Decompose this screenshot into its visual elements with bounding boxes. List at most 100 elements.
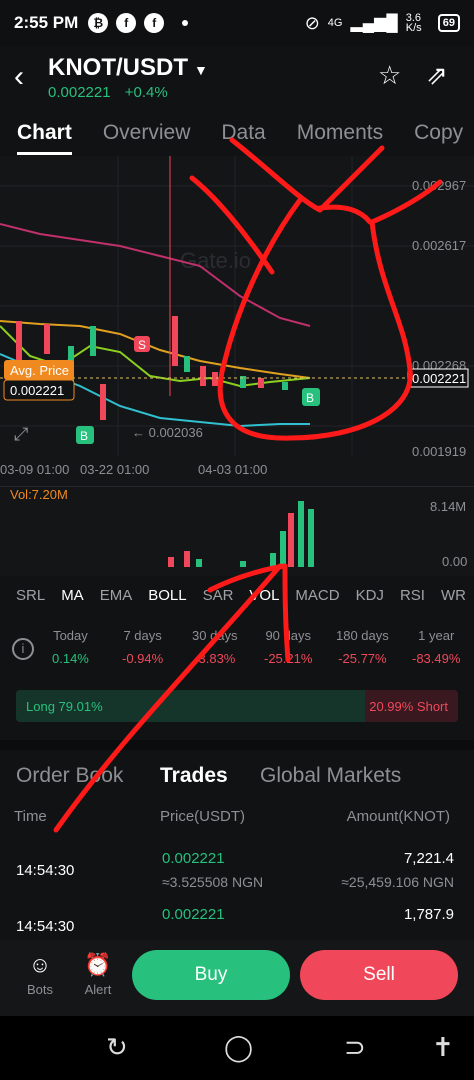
back-icon[interactable]: ‹ (14, 60, 24, 94)
x-tick: 03-22 01:00 (80, 462, 149, 477)
y-tick: 0.002617 (412, 238, 466, 253)
volume-bars (168, 501, 314, 567)
x-tick: 04-03 01:00 (198, 462, 267, 477)
trade-price: 0.002221 (162, 906, 225, 923)
indicator-bar: SRL MA EMA BOLL SAR VOL MACD KDJ RSI WR (0, 578, 474, 612)
facebook-icon: f (116, 13, 137, 33)
tab-global-markets[interactable]: Global Markets (260, 764, 401, 788)
avg-price-label: Avg. Price (10, 363, 69, 378)
bitcoin-icon: ₿ (88, 13, 109, 33)
low-marker: ← 0.002036 (132, 425, 203, 440)
vol-min: 0.00 (442, 554, 467, 569)
col-time: Time (14, 808, 47, 825)
notification-dot-icon (182, 20, 189, 26)
star-icon[interactable]: ☆ (378, 60, 401, 91)
buy-marker: B (80, 429, 88, 443)
trade-time: 14:54:30 (16, 918, 75, 935)
trade-amount-ngn: ≈25,459.106 NGN (341, 874, 454, 890)
indicator-rsi[interactable]: RSI (400, 587, 425, 604)
trade-amount: 1,787.9 (403, 906, 454, 923)
price-change: +0.4% (124, 84, 168, 101)
status-bar: 2:55 PM ₿ f f ⊘ 4G ▂▄▆█ 3.6 K/s 69 (0, 0, 474, 46)
buy-marker: B (306, 391, 314, 405)
volume-chart[interactable]: Vol:7.20M 8.14M 0.00 (0, 486, 474, 576)
vol-label: Vol:7.20M (10, 487, 68, 502)
alert-label: Alert (84, 982, 112, 997)
home-icon[interactable]: ◯ (224, 1032, 253, 1063)
fullscreen-icon[interactable]: ⤢ (14, 424, 29, 444)
avg-price-value: 0.002221 (10, 383, 64, 398)
pair-header: ‹ KNOT/USDT ▼ 0.002221 +0.4% ☆ ⇗ (0, 46, 474, 110)
order-tabs: Order Book Trades Global Markets (0, 760, 474, 800)
vol-max: 8.14M (430, 499, 466, 514)
col-price: Price(USDT) (160, 808, 245, 825)
tab-data[interactable]: Data (221, 121, 265, 145)
facebook-icon: f (144, 13, 165, 33)
long-ratio: Long 79.01% (16, 690, 366, 722)
perf-7d: 7 days -0.94% (122, 628, 164, 666)
candlestick-chart: Gate.io 0.002967 0.002617 0.002268 0.001… (0, 156, 474, 477)
pair-name: KNOT/USDT (48, 54, 188, 81)
col-amount: Amount(KNOT) (346, 808, 450, 825)
alarm-icon: ⏰ (84, 952, 112, 977)
tab-moments[interactable]: Moments (297, 121, 383, 145)
indicator-kdj[interactable]: KDJ (356, 587, 384, 604)
indicator-sar[interactable]: SAR (203, 587, 234, 604)
long-short-ratio: Long 79.01% 20.99% Short (16, 690, 458, 722)
perf-1y: 1 year -83.49% (412, 628, 461, 666)
x-tick: 03-09 01:00 (0, 462, 69, 477)
perf-30d: 30 days -3.83% (192, 628, 238, 666)
tab-order-book[interactable]: Order Book (16, 764, 123, 788)
recents-icon[interactable]: ↻ (106, 1032, 128, 1063)
price-line: 0.002221 +0.4% (48, 84, 178, 101)
price-chart[interactable]: Gate.io 0.002967 0.002617 0.002268 0.001… (0, 156, 474, 486)
trade-price-ngn: ≈3.525508 NGN (162, 874, 264, 890)
bots-label: Bots (26, 982, 53, 997)
system-nav-bar: ↻ ◯ ⊃ ✝ (0, 1016, 474, 1080)
indicator-boll[interactable]: BOLL (148, 587, 186, 604)
trade-amount: 7,221.4 (403, 850, 454, 867)
tab-trades[interactable]: Trades (160, 764, 228, 788)
y-tick: 0.002967 (412, 178, 466, 193)
status-time: 2:55 PM (14, 13, 79, 32)
chart-watermark: Gate.io (180, 248, 251, 273)
indicator-macd[interactable]: MACD (295, 587, 339, 604)
last-price: 0.002221 (48, 84, 111, 101)
tab-copy[interactable]: Copy (414, 121, 463, 145)
indicator-ma[interactable]: MA (61, 587, 84, 604)
indicator-srl[interactable]: SRL (16, 587, 45, 604)
indicator-wr[interactable]: WR (441, 587, 466, 604)
network-label: 4G (327, 17, 343, 29)
trade-time: 14:54:30 (16, 862, 75, 879)
sell-button[interactable]: Sell (300, 950, 458, 1000)
bottom-action-bar: ☺ Bots ⏰ Alert Buy Sell (0, 940, 474, 1016)
alert-button[interactable]: ⏰ Alert (78, 952, 118, 997)
bots-button[interactable]: ☺ Bots (20, 952, 60, 997)
share-icon[interactable]: ⇗ (426, 60, 448, 91)
network-speed: 3.6 K/s (405, 12, 422, 34)
info-icon[interactable]: i (12, 638, 34, 660)
short-ratio: 20.99% Short (365, 690, 458, 722)
last-price-tag: 0.002221 (412, 371, 466, 386)
tab-chart[interactable]: Chart (17, 121, 72, 155)
accessibility-icon[interactable]: ✝ (432, 1032, 454, 1063)
robot-icon: ☺ (28, 952, 52, 977)
tab-overview[interactable]: Overview (103, 121, 191, 145)
buy-button[interactable]: Buy (132, 950, 290, 1000)
perf-180d: 180 days -25.77% (336, 628, 389, 666)
trade-price: 0.002221 (162, 850, 225, 867)
dnd-icon: ⊘ (304, 12, 320, 33)
y-tick: 0.001919 (412, 444, 466, 459)
indicator-vol[interactable]: VOL (249, 587, 279, 604)
perf-90d: 90 days -25.21% (264, 628, 313, 666)
battery-level: 69 (437, 14, 460, 32)
signal-icon: ▂▄▆█ (350, 15, 398, 32)
caret-down-icon: ▼ (194, 62, 208, 78)
perf-today: Today 0.14% (52, 628, 89, 666)
pair-selector[interactable]: KNOT/USDT ▼ (48, 54, 208, 82)
indicator-ema[interactable]: EMA (100, 587, 133, 604)
performance-row: i Today 0.14% 7 days -0.94% 30 days -3.83% … (0, 620, 474, 676)
sell-marker: S (138, 338, 146, 352)
back-nav-icon[interactable]: ⊃ (344, 1032, 366, 1063)
main-tabs: Chart Overview Data Moments Copy (0, 110, 474, 156)
